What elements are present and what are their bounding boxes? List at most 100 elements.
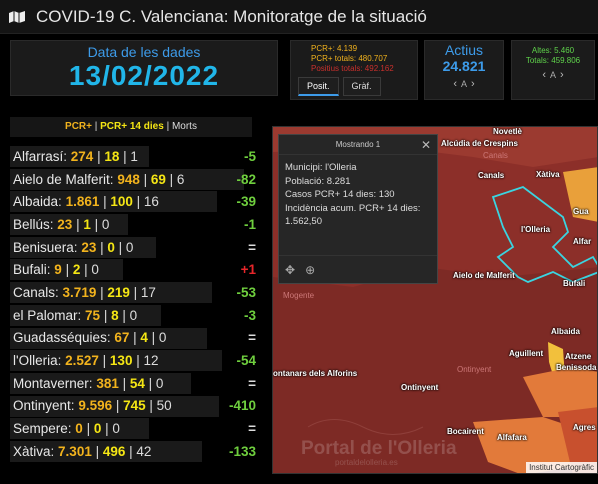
row-pcr: 2.527 [65, 353, 99, 369]
list-item[interactable]: Alfarrasí: 274 | 18 | 1 -5 [10, 145, 262, 168]
next-arrow-icon[interactable]: › [560, 70, 564, 81]
row-morts: 0 [155, 375, 164, 391]
popup-municipi: Municipi: l'Olleria [285, 162, 357, 173]
actius-pager: ‹ A › [425, 78, 503, 90]
row-text: Montaverner: 381 | 54 | 0 [10, 376, 163, 391]
row-pcr14: 18 [104, 148, 120, 164]
row-name: Xàtiva [13, 443, 51, 459]
row-morts: 6 [176, 171, 185, 187]
map-attribution[interactable]: Institut Cartogràfic [526, 462, 597, 473]
map-label: Canals [478, 171, 505, 180]
list-item[interactable]: Ontinyent: 9.596 | 745 | 50 -410 [10, 395, 262, 418]
row-sep: | [82, 421, 94, 437]
row-text: Canals: 3.719 | 219 | 17 [10, 285, 156, 300]
date-value: 13/02/2022 [68, 60, 220, 91]
list-item[interactable]: el Palomar: 75 | 8 | 0 -3 [10, 304, 262, 327]
list-item[interactable]: Canals: 3.719 | 219 | 17 -53 [10, 281, 262, 304]
list-item[interactable]: Bellús: 23 | 1 | 0 -1 [10, 213, 262, 236]
list-item[interactable]: Guadasséquies: 67 | 4 | 0 = [10, 327, 262, 350]
row-pcr: 3.719 [62, 284, 97, 300]
row-pcr14: 100 [110, 194, 133, 210]
row-diff: -1 [243, 216, 256, 232]
row-pcr: 7.301 [58, 443, 92, 459]
legend-sep: | [163, 121, 172, 132]
row-name: Albaida [13, 194, 59, 210]
row-pcr14: 4 [140, 330, 148, 346]
map-label: Alfar [573, 237, 592, 246]
row-morts: 0 [158, 330, 167, 346]
row-name: el Palomar [13, 307, 78, 323]
row-morts: 17 [140, 284, 156, 300]
zoom-to-icon[interactable]: ⊕ [305, 263, 315, 277]
row-sep: | [118, 375, 130, 391]
legend-morts: Morts [171, 121, 197, 132]
row-sep: | [147, 330, 159, 346]
map-label: l'Olleria [521, 225, 551, 234]
row-morts: 0 [129, 307, 138, 323]
app-header: COVID-19 C. Valenciana: Monitoratge de l… [0, 0, 598, 34]
list-item[interactable]: Montaverner: 381 | 54 | 0 = [10, 372, 262, 395]
list-item[interactable]: Albaida: 1.861 | 100 | 16 -39 [10, 190, 262, 213]
row-sep: : [63, 148, 71, 164]
list-item[interactable]: Sempere: 0 | 0 | 0 = [10, 417, 262, 440]
row-sep: | [90, 216, 102, 232]
row-morts: 42 [136, 443, 152, 459]
row-name: Benisuera [13, 239, 74, 255]
row-name: Montaverner [13, 375, 89, 391]
row-sep: | [101, 421, 113, 437]
tab-graf[interactable]: Gràf. [342, 77, 381, 96]
map-label: Bufali [563, 279, 586, 288]
row-diff: -82 [236, 171, 256, 187]
list-item[interactable]: l'Olleria: 2.527 | 130 | 12 -54 [10, 349, 262, 372]
map-label: Aielo de Malferit [453, 271, 515, 280]
list-item[interactable]: Bufali: 9 | 2 | 0 +1 [10, 258, 262, 281]
prev-arrow-icon[interactable]: ‹ [453, 78, 457, 90]
pcr-total: PCR+ totals: 480.707 [311, 54, 388, 63]
row-diff: -54 [236, 353, 256, 369]
map-label: Novetlè [493, 127, 522, 136]
altes-pager-label: A [549, 70, 556, 80]
row-pcr: 0 [75, 421, 83, 437]
altes-total: Totals: 459.806 [525, 56, 581, 65]
row-sep: | [96, 239, 108, 255]
row-diff: -53 [236, 284, 256, 300]
row-sep: | [145, 398, 157, 414]
pan-icon[interactable]: ✥ [285, 263, 295, 277]
row-sep: | [99, 194, 111, 210]
tab-posit[interactable]: Posit. [298, 77, 339, 96]
actius-pager-label: A [460, 79, 467, 89]
next-arrow-icon[interactable]: › [471, 78, 475, 90]
popup-incidencia: Incidència acum. PCR+ 14 dies: 1.562,50 [285, 202, 421, 228]
row-sep: | [129, 330, 141, 346]
row-pcr: 381 [96, 375, 119, 391]
row-sep: : [57, 353, 66, 369]
row-sep: | [118, 307, 130, 323]
row-text: Guadasséquies: 67 | 4 | 0 [10, 330, 166, 345]
row-sep: : [55, 284, 63, 300]
map-label: Agres [573, 423, 596, 432]
popup-title: Mostrando 1 [335, 140, 381, 149]
row-text: Albaida: 1.861 | 100 | 16 [10, 194, 159, 209]
row-morts: 16 [143, 194, 159, 210]
close-icon[interactable]: ✕ [421, 135, 431, 155]
row-sep: | [93, 148, 105, 164]
row-sep: | [144, 375, 156, 391]
list-item[interactable]: Benisuera: 23 | 0 | 0 = [10, 236, 262, 259]
row-sep: | [125, 443, 137, 459]
prev-arrow-icon[interactable]: ‹ [542, 70, 546, 81]
row-text: Alfarrasí: 274 | 18 | 1 [10, 149, 138, 164]
row-pcr: 274 [70, 148, 94, 164]
popup-casos: Casos PCR+ 14 dies: 130 [285, 189, 395, 200]
list-item[interactable]: Aielo de Malferit: 948 | 69 | 6 -82 [10, 168, 262, 191]
row-diff: -410 [228, 398, 256, 414]
row-morts: 12 [143, 353, 159, 369]
list-item[interactable]: Xàtiva: 7.301 | 496 | 42 -133 [10, 440, 262, 463]
row-sep: | [129, 284, 141, 300]
legend-pcr14: PCR+ 14 dies [100, 121, 164, 132]
altes-value: Altes: 5.460 [531, 46, 575, 55]
map-label: Canals [483, 151, 508, 160]
row-morts: 0 [125, 239, 134, 255]
altes-panel: Altes: 5.460 Totals: 459.806 ‹ A › [511, 40, 595, 100]
actius-label: Actius [444, 42, 484, 58]
row-pcr: 67 [114, 330, 130, 346]
